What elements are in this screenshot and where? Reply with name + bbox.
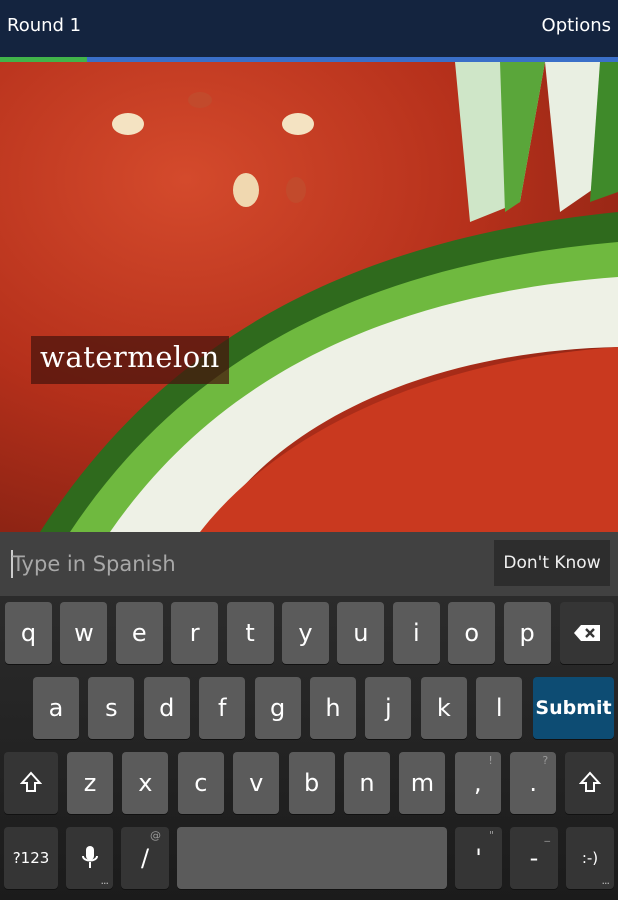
key-h[interactable]: h [310, 677, 356, 739]
key-label: z [83, 769, 97, 797]
key-m[interactable]: m [399, 752, 446, 814]
key-apostrophe-hint: " [488, 829, 494, 842]
key-u[interactable]: u [337, 602, 385, 664]
key-label: a [48, 694, 64, 722]
key-label: q [20, 619, 37, 647]
key-comma[interactable]: ,! [454, 752, 501, 814]
key-x[interactable]: x [122, 752, 169, 814]
key-slash-hint: @ [150, 829, 161, 842]
more-dots: ... [100, 874, 109, 887]
dont-know-button[interactable]: Don't Know [494, 540, 610, 586]
space-key[interactable] [177, 827, 447, 889]
key-label: b [303, 769, 320, 797]
key-v[interactable]: v [233, 752, 280, 814]
key-c[interactable]: c [177, 752, 224, 814]
key-z[interactable]: z [67, 752, 113, 814]
prompt-image: watermelon [0, 62, 618, 532]
submit-button[interactable]: Submit [533, 677, 614, 739]
more-dots: ... [601, 874, 610, 887]
key-label: t [245, 619, 255, 647]
key-t[interactable]: t [226, 602, 274, 664]
shift-key-right[interactable] [565, 752, 614, 814]
key-w[interactable]: w [60, 602, 108, 664]
key-label: d [159, 694, 175, 722]
key-label: f [217, 694, 227, 722]
key-s[interactable]: s [88, 677, 135, 739]
key-label: p [519, 619, 535, 647]
shift-key-left[interactable] [4, 752, 58, 814]
key-b[interactable]: b [288, 752, 335, 814]
key-label: h [325, 694, 341, 722]
key-label: y [298, 619, 313, 647]
microphone-key[interactable]: ... [66, 827, 113, 889]
key-dash-label: - [529, 844, 539, 872]
key-l[interactable]: l [476, 677, 523, 739]
key-label: e [131, 619, 147, 647]
key-j[interactable]: j [365, 677, 412, 739]
shift-icon [578, 771, 601, 792]
key-apostrophe[interactable]: ' " [455, 827, 502, 889]
key-dash-hint: _ [544, 829, 551, 842]
key-o[interactable]: o [448, 602, 496, 664]
key-label: x [138, 769, 153, 797]
key-apostrophe-label: ' [475, 844, 482, 872]
key-slash-label: / [140, 844, 150, 872]
key-label: j [385, 694, 392, 722]
watermelon-photo [0, 62, 618, 532]
emoji-key-label: :-) [581, 849, 599, 867]
key-q[interactable]: q [5, 602, 52, 664]
key-d[interactable]: d [143, 677, 190, 739]
key-label: r [189, 619, 200, 647]
key-label: , [473, 769, 482, 797]
key-a[interactable]: a [33, 677, 79, 739]
key-r[interactable]: r [171, 602, 219, 664]
key-label: l [495, 694, 503, 722]
key-label: s [105, 694, 118, 722]
backspace-icon [574, 625, 600, 641]
key-label: . [529, 769, 537, 797]
key-g[interactable]: g [254, 677, 301, 739]
key-k[interactable]: k [420, 677, 467, 739]
key-label: o [464, 619, 480, 647]
symbols-key[interactable]: ?123 [4, 827, 58, 889]
microphone-icon [81, 846, 98, 868]
answer-input[interactable] [12, 545, 482, 583]
key-e[interactable]: e [115, 602, 163, 664]
key-slash[interactable]: / @ [121, 827, 169, 889]
key-f[interactable]: f [199, 677, 246, 739]
emoji-key[interactable]: :-) ... [566, 827, 614, 889]
key-n[interactable]: n [344, 752, 390, 814]
shift-icon [20, 771, 42, 792]
key-label: i [412, 619, 420, 647]
key-label: c [194, 769, 208, 797]
key-label: n [359, 769, 375, 797]
top-bar: Round 1 Options [0, 0, 618, 57]
key-p[interactable]: p [503, 602, 551, 664]
key-label: g [269, 694, 286, 722]
options-menu-button[interactable]: Options [542, 15, 611, 36]
key-y[interactable]: y [282, 602, 329, 664]
backspace-key[interactable] [560, 602, 614, 664]
on-screen-keyboard: Submit ?123 ... / @ ' " - _ :-) ... q w e r… [0, 596, 618, 900]
prompt-word: watermelon [31, 336, 229, 384]
key-label: m [410, 769, 435, 797]
key-hint: ! [488, 754, 493, 767]
key-period[interactable]: .? [510, 752, 557, 814]
key-label: u [353, 619, 369, 647]
key-label: w [74, 619, 94, 647]
round-label: Round 1 [7, 15, 82, 36]
key-label: k [436, 694, 451, 722]
key-dash[interactable]: - _ [510, 827, 558, 889]
key-i[interactable]: i [392, 602, 440, 664]
key-label: v [249, 769, 264, 797]
key-hint: ? [542, 754, 549, 767]
